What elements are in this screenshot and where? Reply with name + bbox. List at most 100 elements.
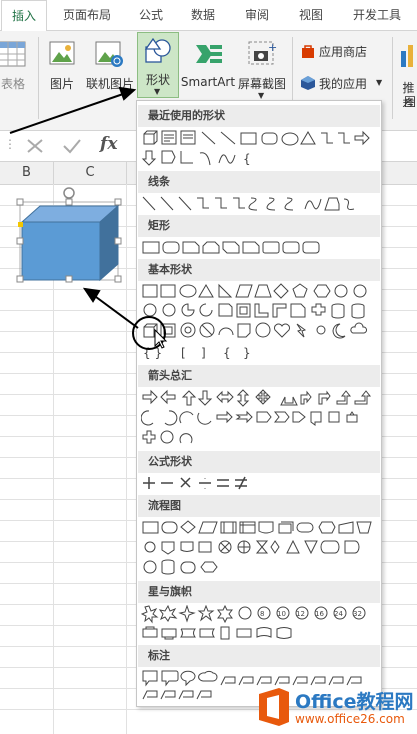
right-brace-shape: } bbox=[243, 346, 251, 360]
my-apps-icon bbox=[301, 76, 315, 90]
line-shapes[interactable] bbox=[141, 195, 377, 215]
selected-cube-shape[interactable] bbox=[14, 186, 126, 286]
table-button[interactable]: 表格 bbox=[0, 37, 32, 92]
pentagon-shape bbox=[292, 283, 308, 298]
flowchart-shapes[interactable] bbox=[141, 519, 377, 579]
half-frame-shape bbox=[180, 151, 193, 164]
u-turn-arrow-shape bbox=[318, 390, 331, 405]
tab-data[interactable]: 数据 bbox=[180, 0, 226, 30]
explosion-2-shape bbox=[158, 605, 178, 622]
elbow-double-arrow-shape bbox=[233, 197, 245, 209]
store-bag-icon bbox=[302, 45, 314, 58]
tab-page-layout[interactable]: 页面布局 bbox=[52, 0, 122, 30]
right-bracket-shape: ] bbox=[201, 346, 206, 360]
double-arrow-line-shape bbox=[178, 196, 192, 211]
left-right-arrow-callout-shape bbox=[142, 430, 156, 444]
border-callout-2-shape bbox=[160, 690, 176, 700]
manual-input-shape bbox=[338, 521, 354, 534]
triangle-shape bbox=[300, 131, 316, 145]
striped-right-arrow-shape bbox=[216, 410, 233, 424]
teardrop-shape bbox=[218, 303, 233, 317]
rectangle-shape bbox=[142, 241, 160, 254]
cloud-callout-shape bbox=[198, 670, 218, 682]
folded-corner-shape bbox=[237, 323, 251, 338]
diagonal-stripe-shape bbox=[290, 303, 306, 318]
equation-shapes[interactable] bbox=[141, 475, 377, 495]
column-line bbox=[126, 184, 127, 734]
tab-insert[interactable]: 插入 bbox=[1, 0, 47, 32]
chevron-down-icon: ▼ bbox=[258, 91, 265, 100]
basic-shapes[interactable]: { } [ ] { } bbox=[141, 283, 377, 363]
smartart-button[interactable]: SmartArt bbox=[180, 37, 236, 92]
rectangle-shapes[interactable] bbox=[141, 239, 377, 259]
elbow-connector-shape bbox=[197, 197, 209, 209]
textbox-shape bbox=[180, 130, 196, 145]
tab-view[interactable]: 视图 bbox=[288, 0, 334, 30]
screenshot-button[interactable]: + 屏幕截图 ▼ bbox=[236, 37, 288, 100]
line-shape bbox=[142, 196, 156, 211]
double-wave-shape bbox=[276, 627, 292, 639]
right-arrow-callout-shape bbox=[292, 411, 306, 423]
svg-text:24: 24 bbox=[334, 610, 343, 618]
up-arrow-shape bbox=[181, 390, 197, 406]
svg-text:12: 12 bbox=[296, 610, 305, 618]
elbow-arrow-shape bbox=[338, 132, 350, 144]
curved-right-arrow-shape bbox=[141, 410, 154, 426]
tab-developer[interactable]: 开发工具 bbox=[342, 0, 412, 30]
left-arrow-shape bbox=[160, 389, 176, 405]
curved-connector-shape bbox=[248, 197, 258, 211]
picture-button[interactable]: 图片 bbox=[44, 37, 80, 92]
app-store-button[interactable]: 应用商店 bbox=[298, 41, 382, 61]
cube-shape-target bbox=[143, 323, 158, 338]
down-arrow-shape bbox=[141, 150, 157, 166]
curved-down-arrow-shape bbox=[197, 412, 212, 425]
oval-callout-shape bbox=[180, 670, 196, 687]
cube-shape bbox=[143, 130, 158, 145]
online-picture-label: 联机图片 bbox=[85, 77, 134, 91]
picture-label: 图片 bbox=[49, 77, 74, 91]
brace-shape: { bbox=[243, 152, 251, 166]
check-icon[interactable] bbox=[62, 138, 82, 154]
svg-text:8: 8 bbox=[260, 610, 264, 618]
left-arrow-callout-shape bbox=[328, 411, 340, 423]
down-arrow-shape bbox=[197, 390, 213, 406]
watermark-title: Office教程网 bbox=[295, 691, 414, 713]
column-header-c[interactable]: C bbox=[54, 162, 127, 185]
block-arc-shape bbox=[218, 327, 234, 336]
curved-down-ribbon-shape bbox=[199, 628, 215, 638]
cancel-icon[interactable] bbox=[26, 138, 44, 154]
multidocument-shape bbox=[278, 521, 294, 534]
tab-review[interactable]: 审阅 bbox=[234, 0, 280, 30]
shapes-label: 形状 bbox=[145, 73, 170, 87]
curved-double-arrow-shape bbox=[284, 197, 294, 211]
tab-formulas[interactable]: 公式 bbox=[128, 0, 174, 30]
insert-function-icon[interactable]: fx bbox=[100, 134, 117, 154]
internal-storage-shape bbox=[239, 521, 256, 534]
curve-shape bbox=[304, 198, 322, 210]
table-label: 表格 bbox=[0, 77, 25, 91]
ribbon-divider bbox=[392, 37, 393, 119]
namebox-grip-icon: ⋮ bbox=[4, 137, 16, 151]
horizontal-scroll-shape bbox=[236, 628, 252, 638]
left-right-arrow-shape bbox=[216, 390, 234, 404]
shapes-button[interactable]: 形状 ▼ bbox=[137, 32, 179, 98]
recommended-charts-button[interactable]: 推荐 图 bbox=[396, 37, 417, 107]
pie-shape bbox=[181, 303, 195, 317]
curve-shape bbox=[218, 154, 236, 164]
delay-shape bbox=[344, 540, 360, 554]
my-apps-button[interactable]: 我的应用 ▼ bbox=[298, 73, 388, 93]
office-logo-icon bbox=[259, 688, 289, 726]
arrow-shapes[interactable] bbox=[141, 389, 377, 449]
online-picture-button[interactable]: 联机图片 bbox=[84, 37, 136, 92]
bent-up-arrow-shape bbox=[354, 390, 372, 405]
column-header-b[interactable]: B bbox=[0, 162, 54, 185]
snip-diagonal-shape bbox=[222, 241, 240, 254]
star-shapes[interactable]: 8 10 12 16 24 32 bbox=[141, 605, 377, 645]
smartart-label: SmartArt bbox=[180, 75, 236, 89]
recent-shapes[interactable]: { bbox=[141, 129, 377, 169]
elbow-arrow-shape bbox=[215, 197, 227, 209]
cloud-shape bbox=[350, 322, 368, 334]
sequential-access-storage-shape bbox=[143, 560, 157, 574]
chevron-shape bbox=[273, 411, 290, 423]
round-diagonal-shape bbox=[302, 241, 320, 254]
